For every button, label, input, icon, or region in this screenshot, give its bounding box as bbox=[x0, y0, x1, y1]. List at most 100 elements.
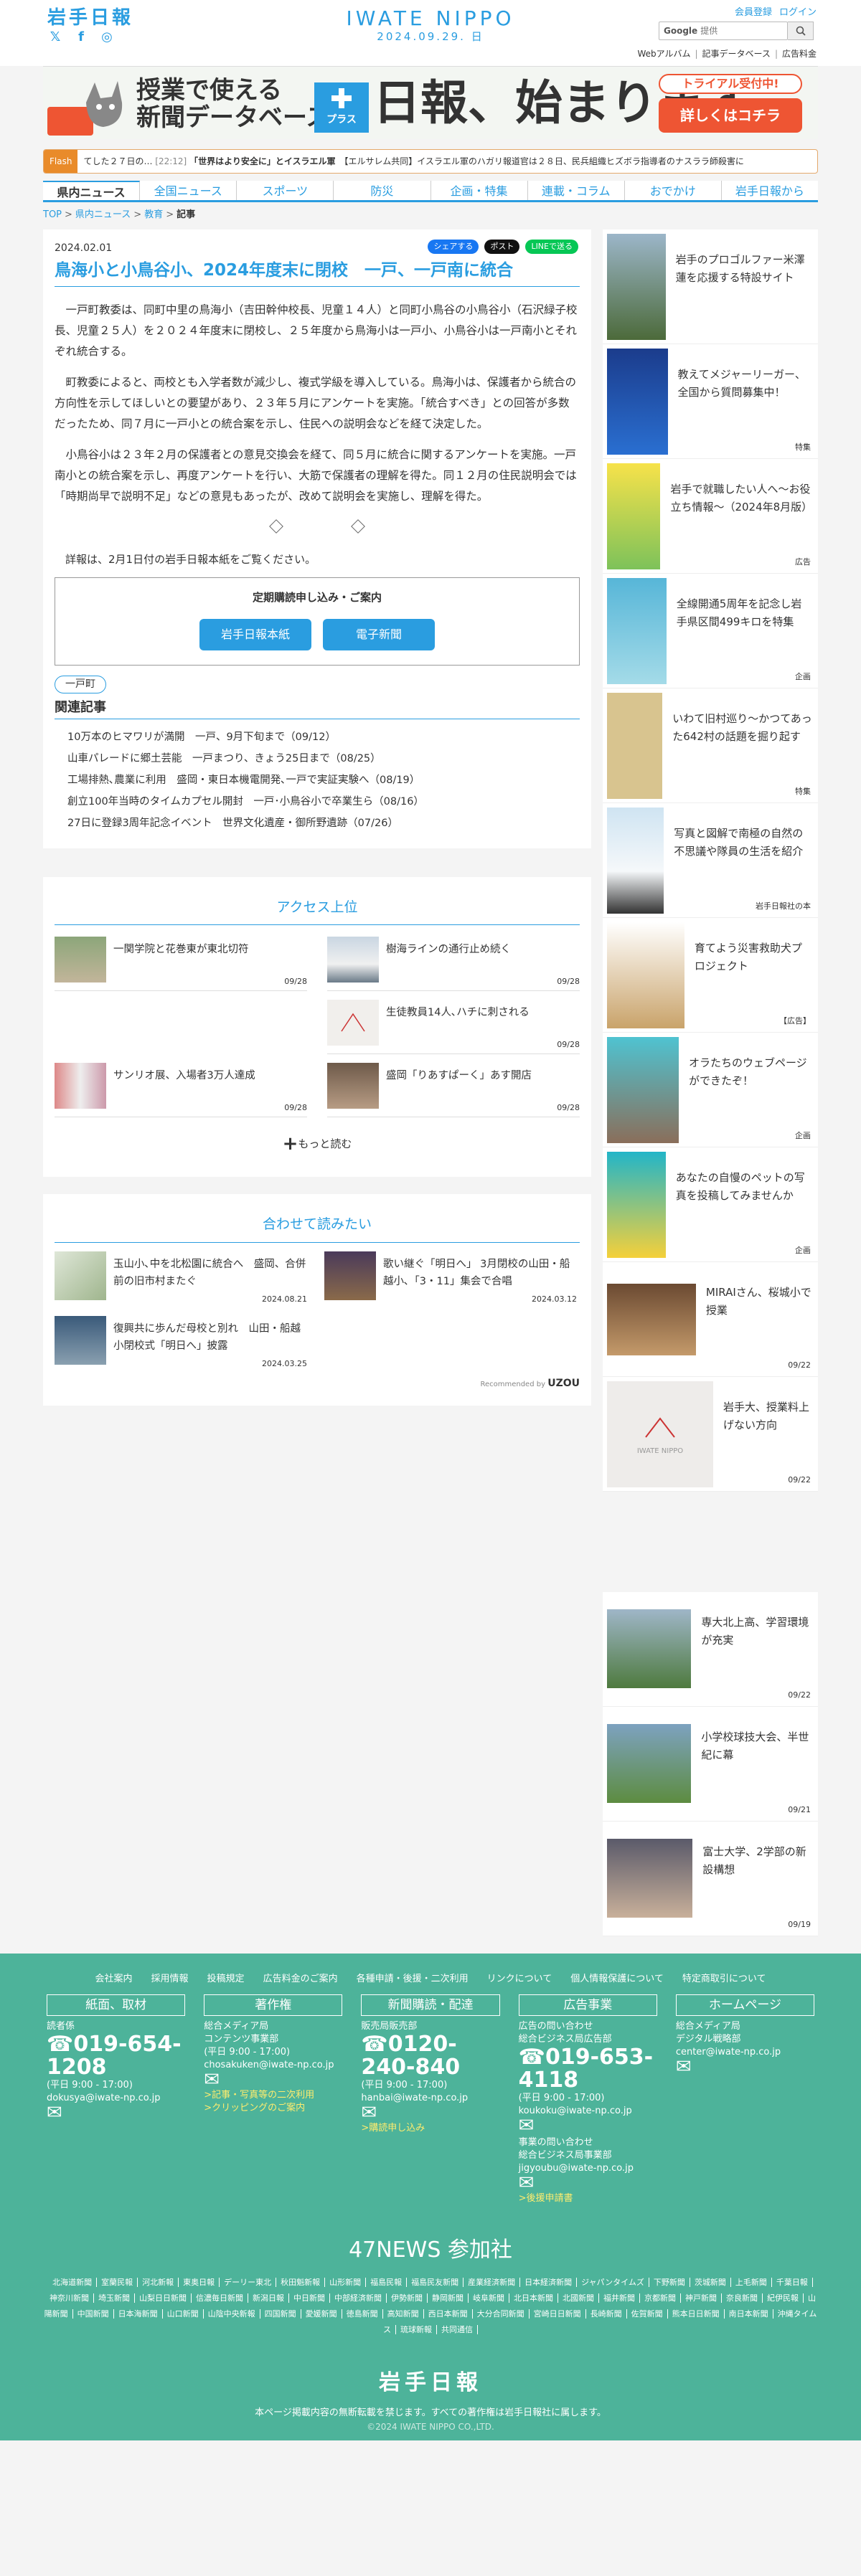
topic-tag[interactable]: 一戸町 bbox=[55, 675, 106, 693]
footer-yellow-link[interactable]: >後援申請書 bbox=[519, 2192, 657, 2205]
footer-email[interactable]: hanbai@iwate-np.co.jp bbox=[361, 2092, 499, 2105]
mail-icon[interactable]: ✉ bbox=[519, 2116, 657, 2135]
footer-email[interactable]: chosakuken@iwate-np.co.jp bbox=[204, 2059, 342, 2072]
sidebar-item[interactable]: 専大北上高、学習環境が充実 09/22 bbox=[603, 1591, 818, 1707]
footer-link[interactable]: 個人情報保護について bbox=[570, 1972, 664, 1987]
newspaper-link[interactable]: 新潟日報 bbox=[248, 2293, 289, 2303]
newspaper-link[interactable]: 琉球新報 bbox=[396, 2325, 437, 2334]
nav-prefecture-news[interactable]: 県内ニュース bbox=[43, 181, 141, 200]
ranking-item[interactable]: サンリオ展、入場者3万人達成 09/28 bbox=[55, 1060, 307, 1117]
newspaper-link[interactable]: 静岡新聞 bbox=[428, 2293, 469, 2303]
sidebar-item[interactable]: 全線開通5周年を記念し岩手県区間499キロを特集 企画 bbox=[603, 573, 818, 688]
ranking-item[interactable]: 樹海ラインの通行止め続く 09/28 bbox=[327, 934, 580, 991]
sidebar-item[interactable]: あなたの自慢のペットの写真を投稿してみませんか 企画 bbox=[603, 1147, 818, 1262]
sidebar-item[interactable]: オラたちのウェブページができたぞ！ 企画 bbox=[603, 1032, 818, 1147]
footer-link[interactable]: 投稿規定 bbox=[207, 1972, 245, 1987]
footer-yellow-link[interactable]: >購読申し込み bbox=[361, 2122, 499, 2135]
nav-features[interactable]: 企画・特集 bbox=[431, 181, 528, 200]
digital-subscription-button[interactable]: 電子新聞 bbox=[323, 618, 435, 650]
newspaper-link[interactable]: 徳島新聞 bbox=[342, 2309, 383, 2319]
newspaper-link[interactable]: 福井新聞 bbox=[599, 2293, 640, 2303]
mail-icon[interactable]: ✉ bbox=[47, 2103, 185, 2122]
newspaper-link[interactable]: 佐賀新聞 bbox=[626, 2309, 668, 2319]
newspaper-link[interactable]: 東奥日報 bbox=[179, 2278, 220, 2287]
sidebar-item[interactable]: 富士大学、2学部の新設構想 09/19 bbox=[603, 1821, 818, 1936]
web-album-link[interactable]: Webアルバム bbox=[637, 47, 690, 60]
footer-email[interactable]: dokusya@iwate-np.co.jp bbox=[47, 2092, 185, 2105]
breadcrumb-top[interactable]: TOP bbox=[43, 209, 62, 220]
newspaper-link[interactable]: 信濃毎日新聞 bbox=[192, 2293, 248, 2303]
newspaper-link[interactable]: 北海道新聞 bbox=[48, 2278, 98, 2287]
newspaper-link[interactable]: 奈良新聞 bbox=[722, 2293, 763, 2303]
newspaper-link[interactable]: 宮崎日日新聞 bbox=[529, 2309, 586, 2319]
newspaper-link[interactable]: 長崎新聞 bbox=[585, 2309, 627, 2319]
sidebar-item[interactable]: MIRAIさん、桜城小で授業 09/22 bbox=[603, 1261, 818, 1377]
newspaper-link[interactable]: 室蘭民報 bbox=[97, 2278, 138, 2287]
banner-cta-button[interactable]: 詳しくはコチラ bbox=[659, 98, 802, 133]
newspaper-link[interactable]: 山形新聞 bbox=[325, 2278, 367, 2287]
newspaper-link[interactable]: 秋田魁新報 bbox=[276, 2278, 326, 2287]
also-read-item[interactable]: 復興共に歩んだ母校と別れ 山田・船越小閉校式「明日へ」披露 2024.03.25 bbox=[55, 1315, 310, 1370]
related-article-link[interactable]: 27日に登録3周年記念イベント 世界文化遺産・御所野遺跡（07/26） bbox=[55, 813, 580, 834]
ranking-item[interactable]: 生徒教員14人､ハチに刺される 09/28 bbox=[327, 997, 580, 1054]
newspaper-link[interactable]: 福島民友新聞 bbox=[407, 2278, 464, 2287]
footer-yellow-link[interactable]: >記事・写真等の二次利用 bbox=[204, 2089, 342, 2102]
ad-rates-link[interactable]: 広告料金 bbox=[782, 47, 817, 60]
ranking-item[interactable]: 盛岡「りあすぱーく」あす開店 09/28 bbox=[327, 1060, 580, 1117]
sidebar-item[interactable]: 育てよう災害救助犬プロジェクト 【広告】 bbox=[603, 917, 818, 1033]
line-share-button[interactable]: LINEで送る bbox=[525, 239, 578, 254]
related-article-link[interactable]: 山車パレードに郷土芸能 一戸まつり、きょう25日まで（08/25） bbox=[55, 748, 580, 770]
newspaper-link[interactable]: 福島民報 bbox=[366, 2278, 408, 2287]
newspaper-link[interactable]: 愛媛新聞 bbox=[301, 2309, 342, 2319]
newspaper-link[interactable]: 下野新聞 bbox=[649, 2278, 690, 2287]
mail-icon[interactable]: ✉ bbox=[361, 2103, 499, 2122]
footer-logo[interactable]: 岩手日報 bbox=[0, 2367, 861, 2399]
sidebar-item[interactable]: 教えてメジャーリーガー、全国から質問募集中！ 特集 bbox=[603, 344, 818, 459]
also-read-item[interactable]: 歌い継ぐ「明日へ」 3月閉校の山田・船越小､「3・11」集会で合唱 2024.03… bbox=[324, 1251, 580, 1306]
search-button[interactable] bbox=[788, 22, 814, 40]
login-link[interactable]: ログイン bbox=[779, 6, 817, 20]
newspaper-link[interactable]: 高知新聞 bbox=[382, 2309, 424, 2319]
sidebar-item[interactable]: IWATE NIPPO 岩手大、授業料上げない方向 09/22 bbox=[603, 1376, 818, 1492]
newspaper-link[interactable]: 京都新聞 bbox=[640, 2293, 681, 2303]
newspaper-link[interactable]: 四国新聞 bbox=[260, 2309, 301, 2319]
newspaper-link[interactable]: 神戸新聞 bbox=[681, 2293, 722, 2303]
footer-link[interactable]: リンクについて bbox=[487, 1972, 552, 1987]
newspaper-link[interactable]: 日本経済新聞 bbox=[520, 2278, 578, 2287]
newspaper-link[interactable]: 伊勢新聞 bbox=[387, 2293, 428, 2303]
sidebar-item[interactable]: 写真と図解で南極の自然の不思議や隊員の生活を紹介 岩手日報社の本 bbox=[603, 802, 818, 918]
newspaper-link[interactable]: 熊本日日新聞 bbox=[667, 2309, 725, 2319]
newspaper-link[interactable]: 神奈川新聞 bbox=[45, 2293, 94, 2303]
newspaper-link[interactable]: 南日本新聞 bbox=[724, 2309, 773, 2319]
sidebar-item[interactable]: 小学校球技大会、半世紀に幕 09/21 bbox=[603, 1706, 818, 1822]
newspaper-link[interactable]: 山梨日日新聞 bbox=[135, 2293, 192, 2303]
newspaper-link[interactable]: 千葉日報 bbox=[771, 2278, 813, 2287]
newspaper-link[interactable]: 西日本新聞 bbox=[423, 2309, 473, 2319]
newspaper-link[interactable]: デーリー東北 bbox=[220, 2278, 277, 2287]
footer-link[interactable]: 各種申請・後援・二次利用 bbox=[357, 1972, 469, 1987]
ranking-item[interactable]: 一関学院と花巻東が東北切符 09/28 bbox=[55, 934, 307, 991]
x-post-button[interactable]: ポスト bbox=[484, 239, 520, 254]
footer-yellow-link[interactable]: >クリッピングのご案内 bbox=[204, 2102, 342, 2115]
nav-from-nippo[interactable]: 岩手日報から bbox=[722, 181, 818, 200]
newspaper-link[interactable]: 岐阜新聞 bbox=[469, 2293, 509, 2303]
newspaper-link[interactable]: 日本海新聞 bbox=[113, 2309, 163, 2319]
also-read-item[interactable]: 玉山小､中を北松園に統合へ 盛岡、合併前の旧市村またぐ 2024.08.21 bbox=[55, 1251, 310, 1306]
newspaper-link[interactable]: 茨城新聞 bbox=[690, 2278, 731, 2287]
nav-outing[interactable]: おでかけ bbox=[625, 181, 722, 200]
related-article-link[interactable]: 10万本のヒマワリが満開 一戸、9月下旬まで（09/12） bbox=[55, 726, 580, 748]
related-article-link[interactable]: 工場排熱､農業に利用 盛岡・東日本機電開発､一戸で実証実験へ（08/19） bbox=[55, 770, 580, 791]
nav-sports[interactable]: スポーツ bbox=[237, 181, 334, 200]
newspaper-link[interactable]: 産業経済新聞 bbox=[464, 2278, 521, 2287]
newspaper-link[interactable]: 北日本新聞 bbox=[509, 2293, 558, 2303]
newspaper-link[interactable]: 紀伊民報 bbox=[763, 2293, 804, 2303]
print-subscription-button[interactable]: 岩手日報本紙 bbox=[199, 618, 311, 650]
register-link[interactable]: 会員登録 bbox=[735, 6, 772, 20]
related-article-link[interactable]: 創立100年当時のタイムカプセル開封 一戸･小鳥谷小で卒業生ら（08/16） bbox=[55, 791, 580, 813]
newspaper-link[interactable]: 山口新聞 bbox=[162, 2309, 204, 2319]
sidebar-item[interactable]: 岩手で就職したい人へ〜お役立ち情報〜（2024年8月版） 広告 bbox=[603, 458, 818, 574]
newspaper-link[interactable]: ジャパンタイムズ bbox=[577, 2278, 649, 2287]
uzou-logo[interactable]: UZOU bbox=[547, 1378, 580, 1389]
footer-link[interactable]: 広告料金のご案内 bbox=[263, 1972, 338, 1987]
footer-email[interactable]: jigyoubu@iwate-np.co.jp bbox=[519, 2162, 657, 2175]
